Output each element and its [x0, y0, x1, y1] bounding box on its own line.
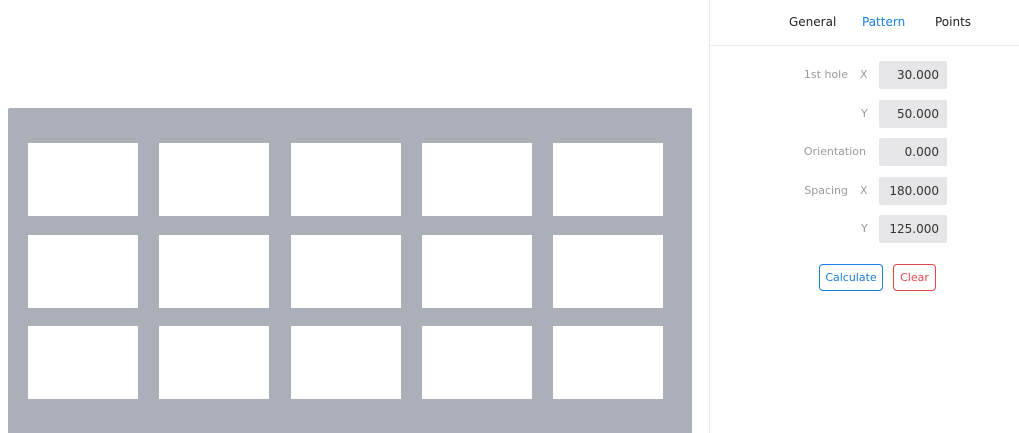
- preview-canvas: [0, 0, 709, 433]
- hole-r2-c2: [159, 235, 269, 308]
- first-hole-y-row: Y 50.000: [710, 100, 1019, 128]
- hole-r3-c3: [291, 326, 401, 399]
- calculate-button[interactable]: Calculate: [819, 264, 883, 291]
- hole-r1-c1: [28, 143, 138, 216]
- tab-general[interactable]: General: [789, 15, 836, 29]
- tab-bar: General Pattern Points: [710, 0, 1019, 46]
- first-hole-x-axis-label: X: [860, 68, 868, 81]
- spacing-y-input[interactable]: 125.000: [879, 215, 947, 243]
- orientation-label: Orientation: [803, 145, 866, 158]
- spacing-x-input[interactable]: 180.000: [879, 177, 947, 205]
- hole-r2-c1: [28, 235, 138, 308]
- first-hole-x-row: 1st hole X 30.000: [710, 61, 1019, 89]
- orientation-input[interactable]: 0.000: [879, 138, 947, 166]
- hole-r3-c2: [159, 326, 269, 399]
- first-hole-y-input[interactable]: 50.000: [879, 100, 947, 128]
- hole-r3-c5: [553, 326, 663, 399]
- hole-r1-c4: [422, 143, 532, 216]
- spacing-y-axis-label: Y: [861, 222, 868, 235]
- tab-points[interactable]: Points: [935, 15, 971, 29]
- tab-pattern[interactable]: Pattern: [862, 15, 905, 29]
- spacing-label: Spacing: [804, 184, 848, 197]
- hole-r3-c4: [422, 326, 532, 399]
- hole-r1-c5: [553, 143, 663, 216]
- first-hole-y-axis-label: Y: [861, 107, 868, 120]
- hole-r2-c4: [422, 235, 532, 308]
- hole-r1-c2: [159, 143, 269, 216]
- settings-panel: General Pattern Points 1st hole X 30.000…: [709, 0, 1019, 433]
- plate: [8, 108, 692, 433]
- hole-r3-c1: [28, 326, 138, 399]
- first-hole-x-input[interactable]: 30.000: [879, 61, 947, 89]
- hole-r2-c5: [553, 235, 663, 308]
- orientation-row: Orientation 0.000: [710, 138, 1019, 166]
- first-hole-label: 1st hole: [803, 68, 848, 81]
- spacing-x-row: Spacing X 180.000: [710, 177, 1019, 205]
- clear-button[interactable]: Clear: [893, 264, 936, 291]
- spacing-y-row: Y 125.000: [710, 215, 1019, 243]
- spacing-x-axis-label: X: [860, 184, 868, 197]
- hole-r2-c3: [291, 235, 401, 308]
- hole-r1-c3: [291, 143, 401, 216]
